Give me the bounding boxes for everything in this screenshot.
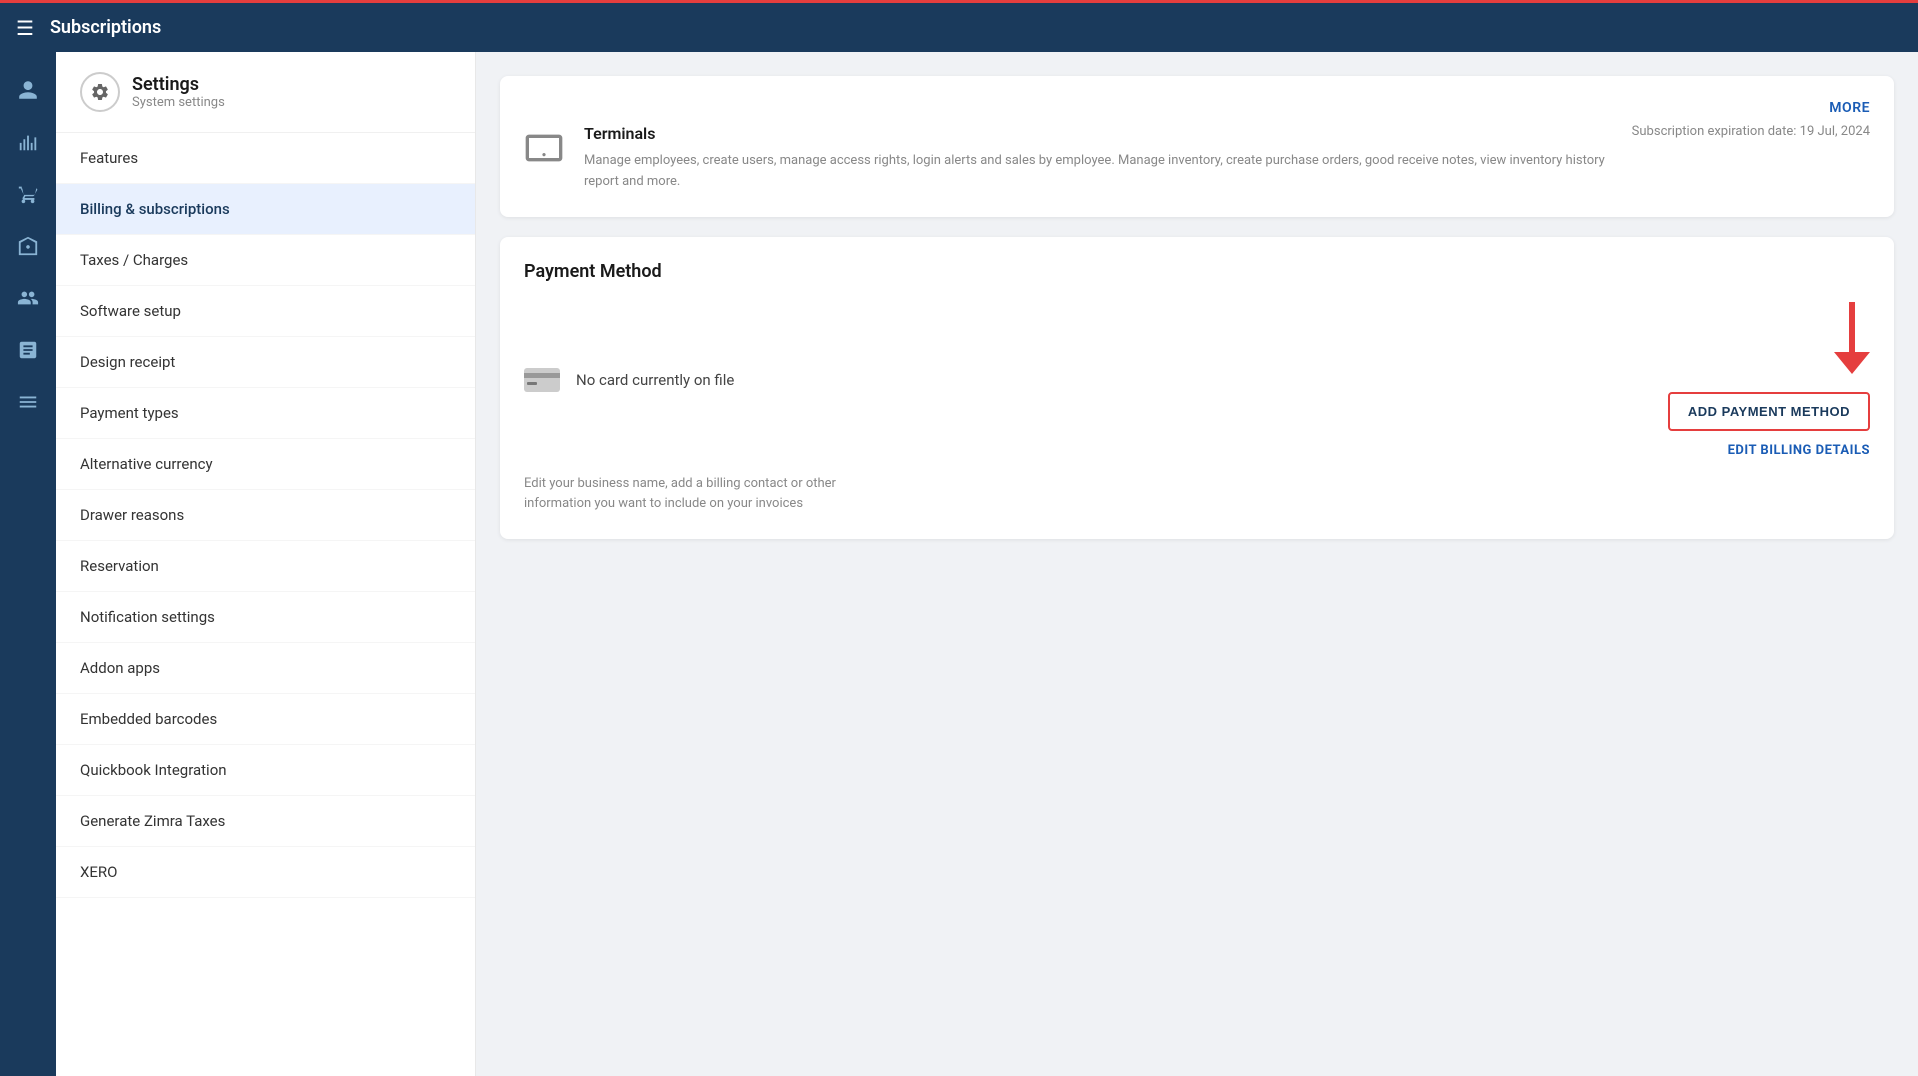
terminals-desc: Manage employees, create users, manage a… <box>584 151 1612 193</box>
arrow-head <box>1834 352 1870 374</box>
sidebar-item-user[interactable] <box>6 68 50 112</box>
no-card-text: No card currently on file <box>576 371 734 389</box>
settings-panel: Settings System settings FeaturesBilling… <box>56 52 476 1076</box>
card-top-row: MORE <box>524 100 1870 116</box>
edit-billing-link[interactable]: EDIT BILLING DETAILS <box>1728 443 1870 458</box>
arrow-shaft <box>1849 302 1855 352</box>
topbar: ☰ Subscriptions <box>0 0 1918 52</box>
settings-title-group: Settings System settings <box>132 74 225 110</box>
nav-item-reservation[interactable]: Reservation <box>56 541 475 592</box>
payment-buttons: ADD PAYMENT METHOD EDIT BILLING DETAILS <box>1668 302 1870 458</box>
sidebar-item-analytics[interactable] <box>6 120 50 164</box>
nav-item-features[interactable]: Features <box>56 133 475 184</box>
payment-method-title: Payment Method <box>524 261 1870 282</box>
terminals-expiry: Subscription expiration date: 19 Jul, 20… <box>1632 124 1870 139</box>
menu-icon[interactable]: ☰ <box>16 16 34 40</box>
settings-subtitle: System settings <box>132 95 225 110</box>
add-payment-button[interactable]: ADD PAYMENT METHOD <box>1668 392 1870 431</box>
nav-item-billing[interactable]: Billing & subscriptions <box>56 184 475 235</box>
payment-method-card: Payment Method No card currently on file <box>500 237 1894 540</box>
terminals-card: MORE Terminals Manage employees, create … <box>500 76 1894 217</box>
tablet-icon <box>524 128 564 168</box>
red-arrow <box>1834 302 1870 374</box>
nav-item-drawer[interactable]: Drawer reasons <box>56 490 475 541</box>
nav-item-addon[interactable]: Addon apps <box>56 643 475 694</box>
nav-item-taxes[interactable]: Taxes / Charges <box>56 235 475 286</box>
terminals-name: Terminals <box>584 124 1612 143</box>
nav-item-payment-types[interactable]: Payment types <box>56 388 475 439</box>
nav-item-quickbook[interactable]: Quickbook Integration <box>56 745 475 796</box>
content-area: MORE Terminals Manage employees, create … <box>476 52 1918 1076</box>
icon-sidebar <box>0 52 56 1076</box>
terminals-info: Terminals Manage employees, create users… <box>584 124 1612 193</box>
settings-title: Settings <box>132 74 225 95</box>
terminals-row: Terminals Manage employees, create users… <box>524 124 1870 193</box>
nav-item-notification[interactable]: Notification settings <box>56 592 475 643</box>
topbar-title: Subscriptions <box>50 17 161 38</box>
more-link[interactable]: MORE <box>1829 100 1870 116</box>
billing-desc: Edit your business name, add a billing c… <box>524 474 864 516</box>
main-container: Settings System settings FeaturesBilling… <box>56 52 1918 1076</box>
sidebar-item-team[interactable] <box>6 276 50 320</box>
payment-left: No card currently on file <box>524 368 734 392</box>
sidebar-item-reports[interactable] <box>6 328 50 372</box>
nav-item-alt-currency[interactable]: Alternative currency <box>56 439 475 490</box>
credit-card-icon <box>524 368 560 392</box>
nav-item-design[interactable]: Design receipt <box>56 337 475 388</box>
settings-gear-icon <box>80 72 120 112</box>
nav-item-software[interactable]: Software setup <box>56 286 475 337</box>
sidebar-item-shop[interactable] <box>6 172 50 216</box>
nav-item-zimra[interactable]: Generate Zimra Taxes <box>56 796 475 847</box>
sidebar-item-settings[interactable] <box>6 380 50 424</box>
nav-item-barcodes[interactable]: Embedded barcodes <box>56 694 475 745</box>
nav-items-container: FeaturesBilling & subscriptionsTaxes / C… <box>56 133 475 898</box>
nav-item-xero[interactable]: XERO <box>56 847 475 898</box>
arrow-annotation <box>1834 302 1870 380</box>
payment-row: No card currently on file ADD PAYMENT ME… <box>524 302 1870 458</box>
sidebar-item-warehouse[interactable] <box>6 224 50 268</box>
settings-header: Settings System settings <box>56 72 475 133</box>
